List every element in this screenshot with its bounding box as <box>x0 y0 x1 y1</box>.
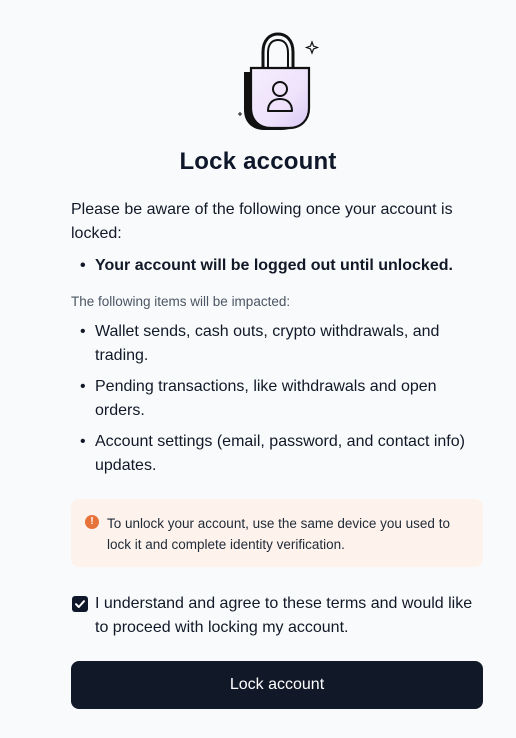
impacted-item-text: Pending transactions, like withdrawals a… <box>95 378 437 419</box>
list-item: • Pending transactions, like withdrawals… <box>71 375 485 423</box>
agreement-checkbox[interactable] <box>72 596 88 612</box>
unlock-notice: ! To unlock your account, use the same d… <box>71 499 483 567</box>
checkmark-icon <box>75 600 85 608</box>
padlock-user-icon <box>232 28 324 132</box>
notice-text: To unlock your account, use the same dev… <box>107 516 450 552</box>
page-title: Lock account <box>179 148 337 175</box>
impact-label: The following items will be impacted: <box>71 294 291 309</box>
impacted-item-text: Account settings (email, password, and c… <box>95 433 465 474</box>
list-item: • Wallet sends, cash outs, crypto withdr… <box>71 320 485 368</box>
lock-info-section: Please be aware of the following once yo… <box>71 198 485 485</box>
bullet-icon: • <box>80 433 86 450</box>
lock-account-page: Lock account Please be aware of the foll… <box>0 0 516 738</box>
impacted-item-text: Wallet sends, cash outs, crypto withdraw… <box>95 323 440 364</box>
impacted-items-list: • Wallet sends, cash outs, crypto withdr… <box>71 320 485 478</box>
lock-account-button[interactable]: Lock account <box>71 661 483 709</box>
agreement-label: I understand and agree to these terms an… <box>95 595 473 636</box>
bullet-icon: • <box>80 323 86 340</box>
bullet-icon: • <box>80 378 86 395</box>
list-item: • Account settings (email, password, and… <box>71 430 485 478</box>
key-points-list: • Your account will be logged out until … <box>71 254 485 278</box>
bullet-icon: • <box>80 257 86 274</box>
list-item: • Your account will be logged out until … <box>71 254 485 278</box>
intro-text: Please be aware of the following once yo… <box>71 201 453 242</box>
alert-circle-icon: ! <box>85 515 99 529</box>
agreement-row[interactable]: I understand and agree to these terms an… <box>71 592 485 640</box>
key-point-text: Your account will be logged out until un… <box>95 257 453 274</box>
